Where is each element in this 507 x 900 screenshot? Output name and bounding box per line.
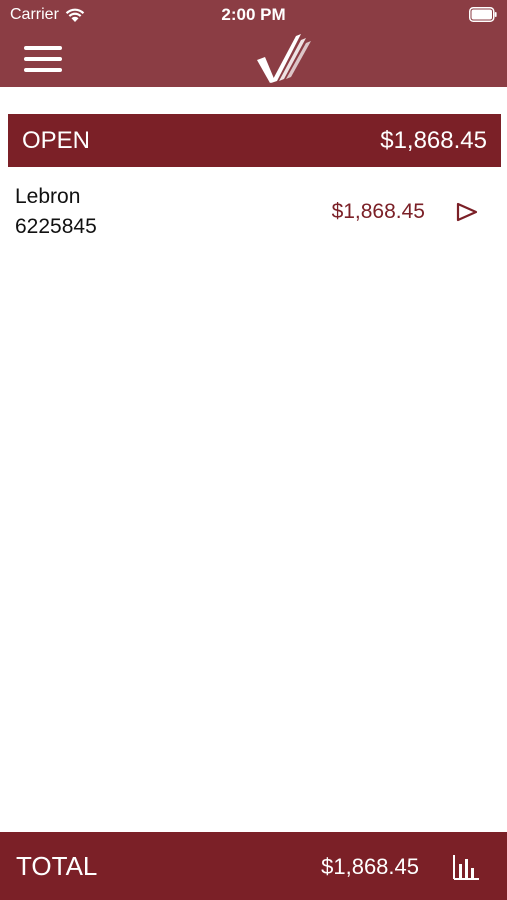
header: Carrier 2:00 PM <box>0 0 507 87</box>
open-section-total: $1,868.45 <box>380 126 487 154</box>
total-amount: $1,868.45 <box>321 854 419 879</box>
hamburger-menu-icon <box>24 68 62 72</box>
menu-button[interactable] <box>18 38 68 78</box>
open-section-header: OPEN $1,868.45 <box>8 114 501 167</box>
screen: Carrier 2:00 PM OPEN $1,868.45 Lebron 62… <box>0 0 507 900</box>
item-name: Lebron <box>15 185 81 208</box>
status-bar: Carrier 2:00 PM <box>0 0 507 30</box>
hamburger-menu-icon <box>24 57 62 61</box>
status-time: 2:00 PM <box>221 5 286 24</box>
hamburger-menu-icon <box>24 46 62 50</box>
battery-icon <box>469 7 497 22</box>
checkmark-logo-icon <box>257 34 311 83</box>
list-item[interactable]: Lebron 6225845 $1,868.45 <box>0 178 507 248</box>
item-id: 6225845 <box>15 215 97 238</box>
total-label: TOTAL <box>16 851 98 881</box>
item-amount: $1,868.45 <box>331 200 425 223</box>
nav-bar <box>0 30 507 87</box>
bar-chart-icon[interactable] <box>451 852 481 882</box>
play-arrow-icon[interactable] <box>455 200 479 224</box>
footer-bar: TOTAL $1,868.45 <box>0 832 507 900</box>
open-section-label: OPEN <box>22 126 91 154</box>
